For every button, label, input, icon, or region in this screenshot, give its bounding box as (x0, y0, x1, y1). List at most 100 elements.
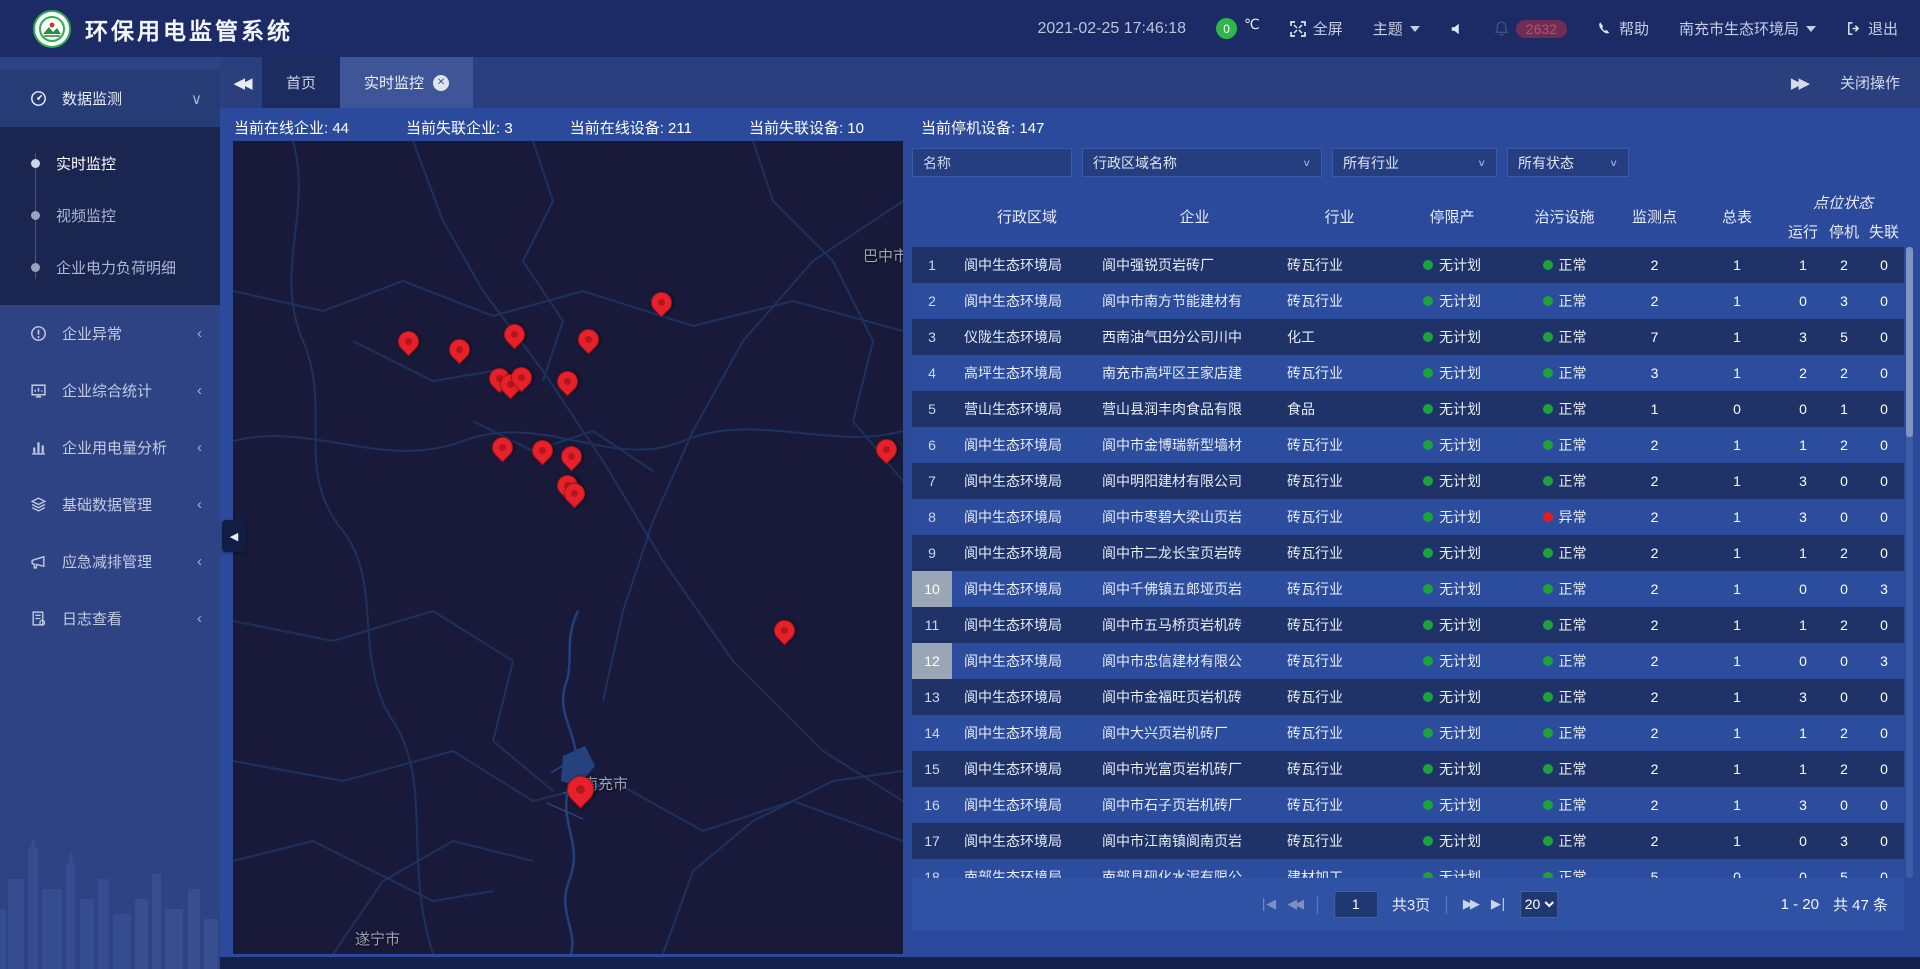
cell-meter-count: 1 (1692, 643, 1782, 679)
cell-company: 阆中市金博瑞新型墙材 (1102, 427, 1287, 463)
status-dot-icon (1423, 584, 1433, 594)
cell-stop-status: 无计划 (1392, 859, 1512, 878)
table-row[interactable]: 9阆中生态环境局阆中市二龙长宝页岩砖砖瓦行业无计划正常21120 (912, 535, 1904, 571)
last-page-button[interactable]: ▶❘ (1491, 896, 1506, 912)
sidebar-item-4[interactable]: 基础数据管理‹ (0, 476, 220, 533)
map-panel[interactable]: 巴中市南充市遂宁市 (233, 141, 903, 954)
cell-run-count: 3 (1782, 499, 1824, 535)
cell-run-count: 1 (1782, 715, 1824, 751)
sidebar-item-6[interactable]: 日志查看‹ (0, 590, 220, 647)
cell-lost-count: 0 (1864, 463, 1904, 499)
mute-button[interactable] (1450, 22, 1464, 36)
table-row[interactable]: 4高坪生态环境局南充市高坪区王家店建砖瓦行业无计划正常31220 (912, 355, 1904, 391)
table-row[interactable]: 10阆中生态环境局阆中千佛镇五郎垭页岩砖瓦行业无计划正常21003 (912, 571, 1904, 607)
sidebar-subitem[interactable]: 实时监控 (0, 137, 220, 189)
chevron-left-icon: ‹ (197, 439, 202, 456)
megaphone-icon (30, 553, 47, 570)
cell-monitor-count: 2 (1617, 535, 1692, 571)
tab-1[interactable]: 实时监控✕ (340, 57, 473, 108)
status-dot-icon (1423, 692, 1433, 702)
table-row[interactable]: 2阆中生态环境局阆中市南方节能建材有砖瓦行业无计划正常21030 (912, 283, 1904, 319)
tabs-scroll-right-icon[interactable]: ▶▶ (1791, 74, 1806, 92)
table-row[interactable]: 15阆中生态环境局阆中市光富页岩机砖厂砖瓦行业无计划正常21120 (912, 751, 1904, 787)
table-row[interactable]: 14阆中生态环境局阆中大兴页岩机砖厂砖瓦行业无计划正常21120 (912, 715, 1904, 751)
status-dot-icon (1543, 584, 1553, 594)
cell-facility-status: 正常 (1512, 427, 1617, 463)
row-index: 17 (912, 823, 952, 859)
table-row[interactable]: 3仪陇生态环境局西南油气田分公司川中化工无计划正常71350 (912, 319, 1904, 355)
org-menu[interactable]: 南充市生态环境局 (1679, 18, 1816, 39)
cell-industry: 砖瓦行业 (1287, 643, 1392, 679)
table-row[interactable]: 12阆中生态环境局阆中市忠信建材有限公砖瓦行业无计划正常21003 (912, 643, 1904, 679)
table-row[interactable]: 6阆中生态环境局阆中市金博瑞新型墙材砖瓦行业无计划正常21120 (912, 427, 1904, 463)
gauge-icon (30, 90, 47, 107)
table-row[interactable]: 5营山生态环境局营山县润丰肉食品有限食品无计划正常10010 (912, 391, 1904, 427)
status-dot-icon (1423, 764, 1433, 774)
table-scrollbar[interactable] (1906, 247, 1913, 878)
cell-facility-status: 正常 (1512, 571, 1617, 607)
prev-page-button[interactable]: ◀◀ (1287, 896, 1301, 912)
cell-industry: 砖瓦行业 (1287, 283, 1392, 319)
table-row[interactable]: 8阆中生态环境局阆中市枣碧大梁山页岩砖瓦行业无计划异常21300 (912, 499, 1904, 535)
industry-filter-select[interactable]: 所有行业∨ (1332, 148, 1497, 177)
next-page-button[interactable]: ▶▶ (1463, 896, 1477, 912)
table-row[interactable]: 13阆中生态环境局阆中市金福旺页岩机砖砖瓦行业无计划正常21300 (912, 679, 1904, 715)
chevron-left-icon: ‹ (197, 553, 202, 570)
table-row[interactable]: 17阆中生态环境局阆中市江南镇阆南页岩砖瓦行业无计划正常21030 (912, 823, 1904, 859)
cell-stop-status: 无计划 (1392, 427, 1512, 463)
column-header: 治污设施 (1512, 185, 1617, 247)
cell-company: 阆中大兴页岩机砖厂 (1102, 715, 1287, 751)
table-row[interactable]: 16阆中生态环境局阆中市石子页岩机砖厂砖瓦行业无计划正常21300 (912, 787, 1904, 823)
cell-monitor-count: 2 (1617, 463, 1692, 499)
sidebar-item-3[interactable]: 企业用电量分析‹ (0, 419, 220, 476)
cell-facility-status: 正常 (1512, 751, 1617, 787)
panel-collapse-button[interactable]: ◀ (222, 520, 246, 552)
bullet-dot-icon (31, 263, 40, 272)
theme-menu[interactable]: 主题 (1373, 18, 1420, 39)
table-row[interactable]: 18南部生态环境局南部县砚化水泥有限公建材加工无计划正常50050 (912, 859, 1904, 878)
exit-button[interactable]: 退出 (1846, 18, 1898, 39)
page-number-input[interactable] (1334, 891, 1378, 918)
row-index: 2 (912, 283, 952, 319)
notification-button[interactable]: 2632 (1494, 20, 1567, 38)
group-title: 点位状态 (1782, 185, 1904, 215)
tab-close-icon[interactable]: ✕ (433, 75, 449, 91)
sidebar-item-5[interactable]: 应急减排管理‹ (0, 533, 220, 590)
status-dot-icon (1543, 620, 1553, 630)
cell-region: 阆中生态环境局 (952, 715, 1102, 751)
first-page-button[interactable]: ❘◀ (1258, 896, 1273, 912)
name-filter-input[interactable] (912, 148, 1072, 177)
scrollbar-thumb[interactable] (1906, 247, 1913, 437)
cell-monitor-count: 2 (1617, 427, 1692, 463)
table-row[interactable]: 7阆中生态环境局阆中明阳建材有限公司砖瓦行业无计划正常21300 (912, 463, 1904, 499)
cell-meter-count: 1 (1692, 247, 1782, 283)
map-city-label: 遂宁市 (355, 928, 400, 949)
cell-company: 阆中强锐页岩砖厂 (1102, 247, 1287, 283)
table-row[interactable]: 11阆中生态环境局阆中市五马桥页岩机砖砖瓦行业无计划正常21120 (912, 607, 1904, 643)
status-filter-select[interactable]: 所有状态∨ (1507, 148, 1629, 177)
phone-icon (1597, 21, 1612, 36)
cell-down-count: 2 (1824, 427, 1864, 463)
sidebar-item-1[interactable]: 企业异常‹ (0, 305, 220, 362)
help-button[interactable]: 帮助 (1597, 18, 1649, 39)
cell-meter-count: 1 (1692, 823, 1782, 859)
page-size-select[interactable]: 20 (1520, 891, 1558, 918)
tabs-scroll-left-icon[interactable]: ◀◀ (220, 57, 262, 108)
close-operations-button[interactable]: 关闭操作 (1840, 72, 1900, 93)
table-row[interactable]: 1阆中生态环境局阆中强锐页岩砖厂砖瓦行业无计划正常21120 (912, 247, 1904, 283)
sidebar-subitem[interactable]: 视频监控 (0, 189, 220, 241)
sidebar-subitem[interactable]: 企业电力负荷明细 (0, 241, 220, 293)
tab-0[interactable]: 首页 (262, 57, 340, 108)
status-count: 当前失联设备: 10 (749, 117, 864, 138)
cell-region: 南部生态环境局 (952, 859, 1102, 878)
table-header: 行政区域企业行业停限产治污设施监测点总表点位状态运行停机失联 (912, 185, 1904, 247)
row-index: 13 (912, 679, 952, 715)
sidebar-item-2[interactable]: 企业综合统计‹ (0, 362, 220, 419)
row-index: 12 (912, 643, 952, 679)
cell-down-count: 3 (1824, 283, 1864, 319)
status-dot-icon (1543, 260, 1553, 270)
region-filter-select[interactable]: 行政区域名称∨ (1082, 148, 1322, 177)
sidebar-item-0[interactable]: 数据监测∨ (0, 70, 220, 127)
pagination-summary: 1 - 20 共 47 条 (1781, 878, 1888, 930)
fullscreen-button[interactable]: 全屏 (1290, 18, 1343, 39)
